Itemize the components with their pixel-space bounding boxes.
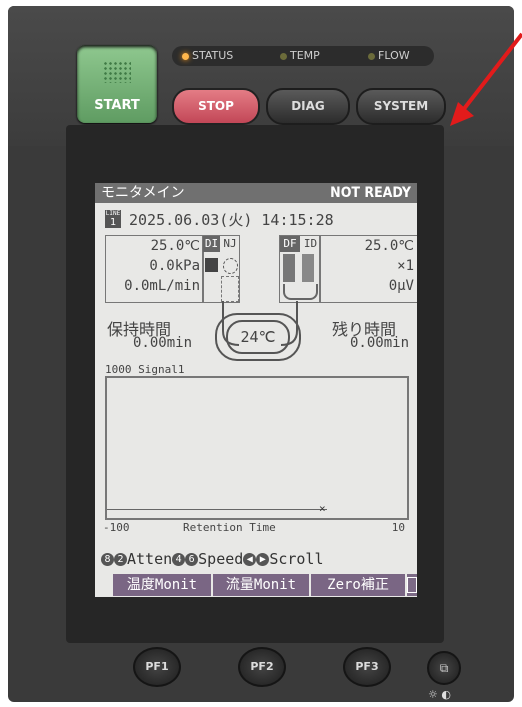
di-header: DI bbox=[203, 236, 220, 252]
graph-axis: -100 Retention Time 10 bbox=[103, 521, 413, 534]
flow-indicator-label: FLOW bbox=[378, 49, 410, 62]
key-6: 6 bbox=[185, 553, 199, 566]
stop-button[interactable]: STOP bbox=[172, 88, 260, 125]
pf2-button[interactable]: PF2 bbox=[238, 647, 286, 687]
baseline bbox=[107, 509, 327, 510]
detector-u-icon bbox=[283, 284, 318, 300]
speed-label: Speed bbox=[198, 550, 244, 568]
start-button-grille bbox=[103, 61, 131, 83]
df-header: DF bbox=[280, 236, 300, 252]
atten-label: Atten bbox=[127, 550, 173, 568]
temp-indicator: TEMP bbox=[280, 49, 320, 62]
injector-star-icon bbox=[223, 258, 238, 274]
lcd-screen: モニタメイン NOT READY LINE 1 2025.06.03(火) 14… bbox=[95, 183, 417, 597]
nj-header: NJ bbox=[221, 236, 239, 252]
flow-led-icon bbox=[368, 52, 375, 60]
id-header: ID bbox=[301, 236, 320, 252]
injector-flame-icon bbox=[205, 258, 218, 272]
system-button[interactable]: SYSTEM bbox=[356, 88, 446, 125]
detector-bar-icon bbox=[283, 254, 295, 282]
inj-temp: 25.0℃ bbox=[150, 238, 200, 254]
column-oven: 24℃ bbox=[215, 313, 301, 361]
status-indicator-label: STATUS bbox=[192, 49, 234, 62]
temp-indicator-label: TEMP bbox=[290, 49, 320, 62]
key-4: 4 bbox=[172, 553, 186, 566]
screen-settings-button[interactable]: ⧉ bbox=[427, 651, 461, 685]
screen-title-bar: モニタメイン NOT READY bbox=[95, 183, 417, 203]
pf3-button[interactable]: PF3 bbox=[343, 647, 391, 687]
softkey-zero-adjust[interactable]: Zero補正 bbox=[311, 574, 407, 596]
line-badge: LINE 1 bbox=[105, 210, 121, 228]
status-led-icon bbox=[182, 52, 189, 60]
axis-min: -100 bbox=[103, 521, 130, 534]
injector-block: DI NJ bbox=[202, 235, 240, 303]
signal-graph: × bbox=[105, 376, 409, 520]
screen-title: モニタメイン bbox=[101, 185, 185, 201]
red-arrow-icon bbox=[450, 32, 522, 126]
datetime: 2025.06.03(火) 14:15:28 bbox=[129, 211, 334, 229]
injector-values-box: 25.0℃ 0.0kPa 0.0mL/min bbox=[105, 235, 204, 303]
det-temp: 25.0℃ bbox=[364, 238, 414, 254]
softkey-temp-monit[interactable]: 温度Monit bbox=[113, 574, 213, 596]
key-8: 8 bbox=[101, 553, 114, 566]
detector-block: DF ID bbox=[279, 235, 321, 303]
scroll-right-icon: ▶ bbox=[256, 553, 270, 566]
scroll-label: Scroll bbox=[269, 550, 324, 568]
scroll-left-icon: ◀ bbox=[243, 553, 257, 566]
key-2: 2 bbox=[114, 553, 127, 566]
axis-title: Retention Time bbox=[183, 521, 276, 534]
graph-top-label: 1000 Signal1 bbox=[105, 363, 185, 376]
det-signal: 0μV bbox=[388, 278, 414, 294]
remain-time-value: 0.00min bbox=[350, 335, 410, 351]
inj-pressure: 0.0kPa bbox=[149, 258, 200, 274]
axis-max: 10 bbox=[391, 521, 405, 534]
det-atten: ×1 bbox=[397, 258, 414, 274]
oven-temp: 24℃ bbox=[226, 320, 290, 354]
softkey-flow-monit[interactable]: 流量Monit bbox=[213, 574, 311, 596]
brightness-contrast-icon: ☼ ◐ bbox=[428, 688, 451, 701]
injector-liner-icon bbox=[221, 276, 239, 302]
line-badge-number: 1 bbox=[109, 217, 117, 228]
start-label: START bbox=[94, 98, 140, 113]
detector-bar2-icon bbox=[302, 254, 314, 282]
softkey-bar: 温度Monit 流量Monit Zero補正 bbox=[113, 574, 417, 596]
indicator-strip: STATUS TEMP FLOW bbox=[172, 46, 434, 66]
detector-values-box: 25.0℃ ×1 0μV bbox=[319, 235, 417, 303]
hold-time-value: 0.00min bbox=[133, 335, 193, 351]
inj-flow: 0.0mL/min bbox=[124, 278, 200, 294]
key-help-row: 8 2 Atten 4 6 Speed ◀ ▶ Scroll bbox=[101, 550, 324, 568]
flow-indicator: FLOW bbox=[368, 49, 410, 62]
diag-button[interactable]: DIAG bbox=[266, 88, 350, 125]
ready-status: NOT READY bbox=[330, 185, 411, 201]
temp-led-icon bbox=[280, 52, 287, 60]
start-button[interactable]: START bbox=[77, 45, 157, 123]
status-indicator: STATUS bbox=[182, 49, 233, 62]
pf1-button[interactable]: PF1 bbox=[133, 647, 181, 687]
cursor-mark-icon: × bbox=[319, 502, 326, 515]
page-icon bbox=[407, 577, 417, 593]
